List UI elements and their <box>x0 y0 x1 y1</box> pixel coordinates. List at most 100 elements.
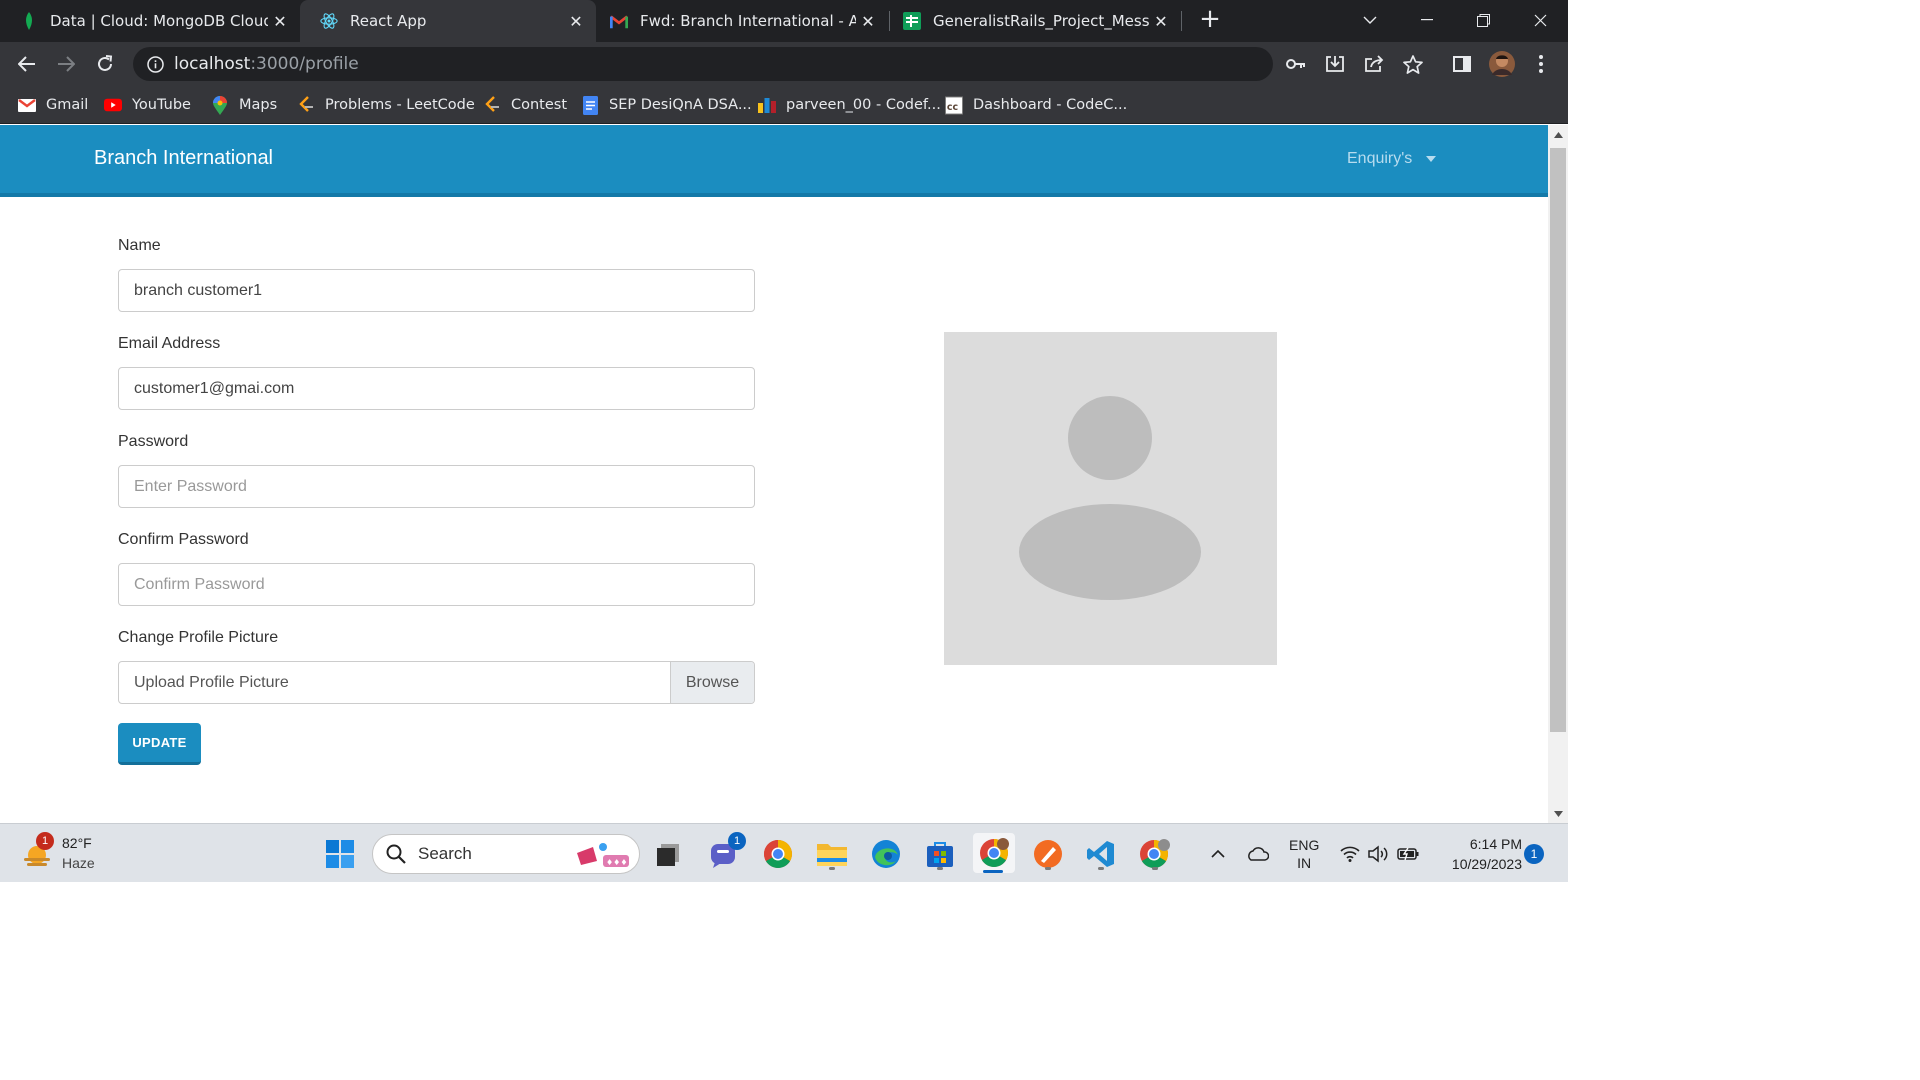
app-navbar: Branch International Enquiry's <box>0 125 1548 197</box>
name-field[interactable] <box>118 269 755 312</box>
bookmark-codeforces[interactable]: parveen_00 - Codef... <box>758 93 941 117</box>
notification-badge[interactable]: 1 <box>1524 844 1544 864</box>
microsoft-store-icon[interactable] <box>922 836 958 872</box>
bookmark-gmail[interactable]: Gmail <box>18 93 88 117</box>
taskbar-search[interactable]: Search ♦♦♦ <box>372 834 640 874</box>
back-arrow-icon[interactable] <box>12 49 42 79</box>
weather-temp: 82°F <box>62 835 92 851</box>
default-user-icon <box>1019 396 1201 600</box>
clock-date: 10/29/2023 <box>1451 856 1522 872</box>
tab-title: GeneralistRails_Project_Message <box>933 12 1149 30</box>
chrome-profile-taskbar-icon[interactable] <box>973 833 1015 873</box>
install-app-icon[interactable] <box>1322 51 1348 77</box>
url-path: :3000/profile <box>250 54 359 74</box>
confirm-password-field[interactable] <box>118 563 755 606</box>
bookmark-contest[interactable]: Contest <box>483 93 567 117</box>
vscode-icon[interactable] <box>1083 836 1119 872</box>
codeforces-icon <box>758 96 776 114</box>
profile-avatar-placeholder <box>944 332 1277 665</box>
profile-avatar[interactable] <box>1489 51 1515 77</box>
close-icon[interactable]: ✕ <box>856 9 880 33</box>
password-label: Password <box>118 433 189 450</box>
tab-separator <box>1181 11 1182 31</box>
language-indicator[interactable]: ENG IN <box>1289 836 1319 872</box>
bookmark-label: Problems - LeetCode <box>325 97 475 113</box>
gmail-icon <box>18 96 36 114</box>
tab-google-sheets[interactable]: GeneralistRails_Project_Message ✕ <box>883 0 1181 42</box>
running-indicator <box>1152 867 1158 870</box>
chevron-up-icon[interactable] <box>1200 836 1236 872</box>
onedrive-cloud-icon[interactable] <box>1239 836 1275 872</box>
youtube-icon <box>104 96 122 114</box>
minimize-icon[interactable] <box>1407 6 1447 34</box>
weather-widget[interactable]: 1 82°F Haze <box>20 832 130 874</box>
close-icon[interactable]: ✕ <box>1149 9 1173 33</box>
drawing-app-icon[interactable] <box>1030 836 1066 872</box>
password-key-icon[interactable] <box>1283 51 1309 77</box>
share-icon[interactable] <box>1361 51 1387 77</box>
new-tab-plus-icon[interactable]: + <box>1196 6 1224 34</box>
edge-icon[interactable] <box>868 836 904 872</box>
chrome-second-profile-icon[interactable] <box>1137 836 1173 872</box>
scroll-up-arrow-icon[interactable] <box>1548 127 1568 143</box>
battery-charging-icon[interactable] <box>1390 836 1426 872</box>
svg-text:cc: cc <box>947 101 958 112</box>
side-panel-icon[interactable] <box>1449 51 1475 77</box>
enquiry-dropdown-label: Enquiry's <box>1347 150 1413 167</box>
email-field[interactable] <box>118 367 755 410</box>
teams-chat-icon[interactable]: 1 <box>706 832 746 872</box>
windows-start-icon[interactable] <box>322 836 358 872</box>
codechef-icon: cc <box>945 96 963 114</box>
bookmark-leetcode-problems[interactable]: Problems - LeetCode <box>297 93 475 117</box>
close-icon[interactable]: ✕ <box>564 9 588 33</box>
bookmark-codechef[interactable]: cc Dashboard - CodeC... <box>945 93 1127 117</box>
language-code: ENG <box>1289 837 1320 853</box>
close-window-icon[interactable] <box>1520 6 1560 34</box>
maps-pin-icon <box>211 95 229 115</box>
tab-gmail[interactable]: Fwd: Branch International - Assig ✕ <box>590 0 888 42</box>
bookmark-youtube[interactable]: YouTube <box>104 93 191 117</box>
tab-mongodb[interactable]: Data | Cloud: MongoDB Cloud ✕ <box>0 0 300 42</box>
scrollbar-thumb[interactable] <box>1550 148 1566 732</box>
running-indicator <box>1045 867 1051 870</box>
bookmark-maps[interactable]: Maps <box>211 93 277 117</box>
scroll-down-arrow-icon[interactable] <box>1548 806 1568 822</box>
browser-tab-strip: Data | Cloud: MongoDB Cloud ✕ React App … <box>0 0 1568 42</box>
svg-text:♦♦♦: ♦♦♦ <box>606 858 628 867</box>
url-host: localhost <box>174 54 251 74</box>
running-indicator <box>829 867 835 870</box>
close-icon[interactable]: ✕ <box>268 9 292 33</box>
bookmark-sep-desiqna[interactable]: SEP DesiQnA DSA... <box>581 93 752 117</box>
name-label: Name <box>118 237 161 254</box>
chrome-taskbar-icon[interactable] <box>760 836 796 872</box>
tab-title: Data | Cloud: MongoDB Cloud <box>50 12 268 30</box>
password-field[interactable] <box>118 465 755 508</box>
enquiry-dropdown[interactable]: Enquiry's <box>1347 150 1437 168</box>
tab-react-app[interactable]: React App ✕ <box>300 0 596 42</box>
reload-icon[interactable] <box>90 49 120 79</box>
bookmark-star-icon[interactable] <box>1400 51 1426 77</box>
weather-badge: 1 <box>36 832 54 850</box>
running-indicator <box>1098 867 1104 870</box>
brand-logo-text[interactable]: Branch International <box>94 147 273 170</box>
file-explorer-icon[interactable] <box>814 836 850 872</box>
profile-picture-label: Change Profile Picture <box>118 629 279 646</box>
chrome-menu-icon[interactable] <box>1528 51 1554 77</box>
gmail-icon <box>610 12 628 30</box>
search-icon <box>386 844 406 864</box>
bookmark-label: Dashboard - CodeC... <box>973 97 1128 113</box>
task-view-icon[interactable] <box>650 836 686 872</box>
react-icon <box>320 12 338 30</box>
address-bar[interactable]: localhost:3000/profile <box>133 47 1273 81</box>
mongodb-leaf-icon <box>20 12 38 30</box>
tab-search-chevron-icon[interactable] <box>1350 6 1390 34</box>
browse-button[interactable]: Browse <box>670 662 754 703</box>
system-clock[interactable]: 6:14 PM 10/29/2023 <box>1432 834 1522 874</box>
forward-arrow-icon[interactable] <box>51 49 81 79</box>
update-button[interactable]: UPDATE <box>118 723 201 765</box>
restore-icon[interactable] <box>1463 6 1503 34</box>
profile-picture-upload[interactable]: Upload Profile Picture Browse <box>118 661 755 704</box>
bookmark-label: Contest <box>511 97 568 113</box>
site-info-icon[interactable] <box>146 55 164 73</box>
confirm-password-label: Confirm Password <box>118 531 249 548</box>
